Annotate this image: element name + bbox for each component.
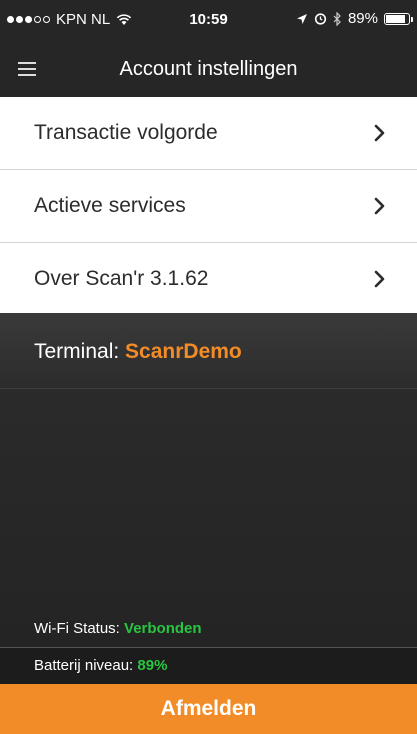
menu-item-label: Actieve services (34, 194, 186, 217)
terminal-row: Terminal: ScanrDemo (0, 313, 417, 389)
battery-level-label: Batterij niveau: (34, 657, 134, 674)
menu-item-transactie-volgorde[interactable]: Transactie volgorde (0, 97, 417, 170)
menu-item-label: Transactie volgorde (34, 121, 218, 144)
app-header: Account instellingen (0, 40, 417, 97)
battery-level-value: 89% (137, 657, 168, 674)
terminal-value: ScanrDemo (125, 340, 242, 363)
alarm-icon (314, 13, 327, 25)
terminal-label: Terminal: (34, 340, 120, 363)
logout-button[interactable]: Afmelden (0, 684, 417, 734)
info-panel: Terminal: ScanrDemo Wi-Fi Status: Verbon… (0, 313, 417, 647)
chevron-right-icon (374, 124, 385, 142)
settings-menu: Transactie volgorde Actieve services Ove… (0, 97, 417, 313)
location-icon (296, 13, 307, 24)
battery-level: Batterij niveau: 89% (34, 657, 167, 674)
wifi-status-row: Wi-Fi Status: Verbonden (0, 613, 417, 647)
chevron-right-icon (374, 270, 385, 288)
menu-item-label: Over Scan'r 3.1.62 (34, 267, 209, 290)
wifi-status-value: Verbonden (124, 620, 202, 637)
battery-percent: 89% (347, 10, 378, 27)
bluetooth-icon (333, 11, 341, 26)
menu-item-actieve-services[interactable]: Actieve services (0, 170, 417, 243)
battery-icon (384, 12, 413, 25)
status-bar-right: 89% (296, 10, 413, 27)
wifi-status-label: Wi-Fi Status: (34, 620, 120, 637)
menu-item-over-scanr[interactable]: Over Scan'r 3.1.62 (0, 243, 417, 313)
battery-level-row: Batterij niveau: 89% (0, 647, 417, 684)
status-bar: KPN NL 10:59 89% (0, 0, 417, 40)
wifi-status: Wi-Fi Status: Verbonden (34, 620, 202, 637)
page-title: Account instellingen (119, 58, 298, 80)
terminal-info: Terminal: ScanrDemo (34, 340, 242, 364)
chevron-right-icon (374, 197, 385, 215)
